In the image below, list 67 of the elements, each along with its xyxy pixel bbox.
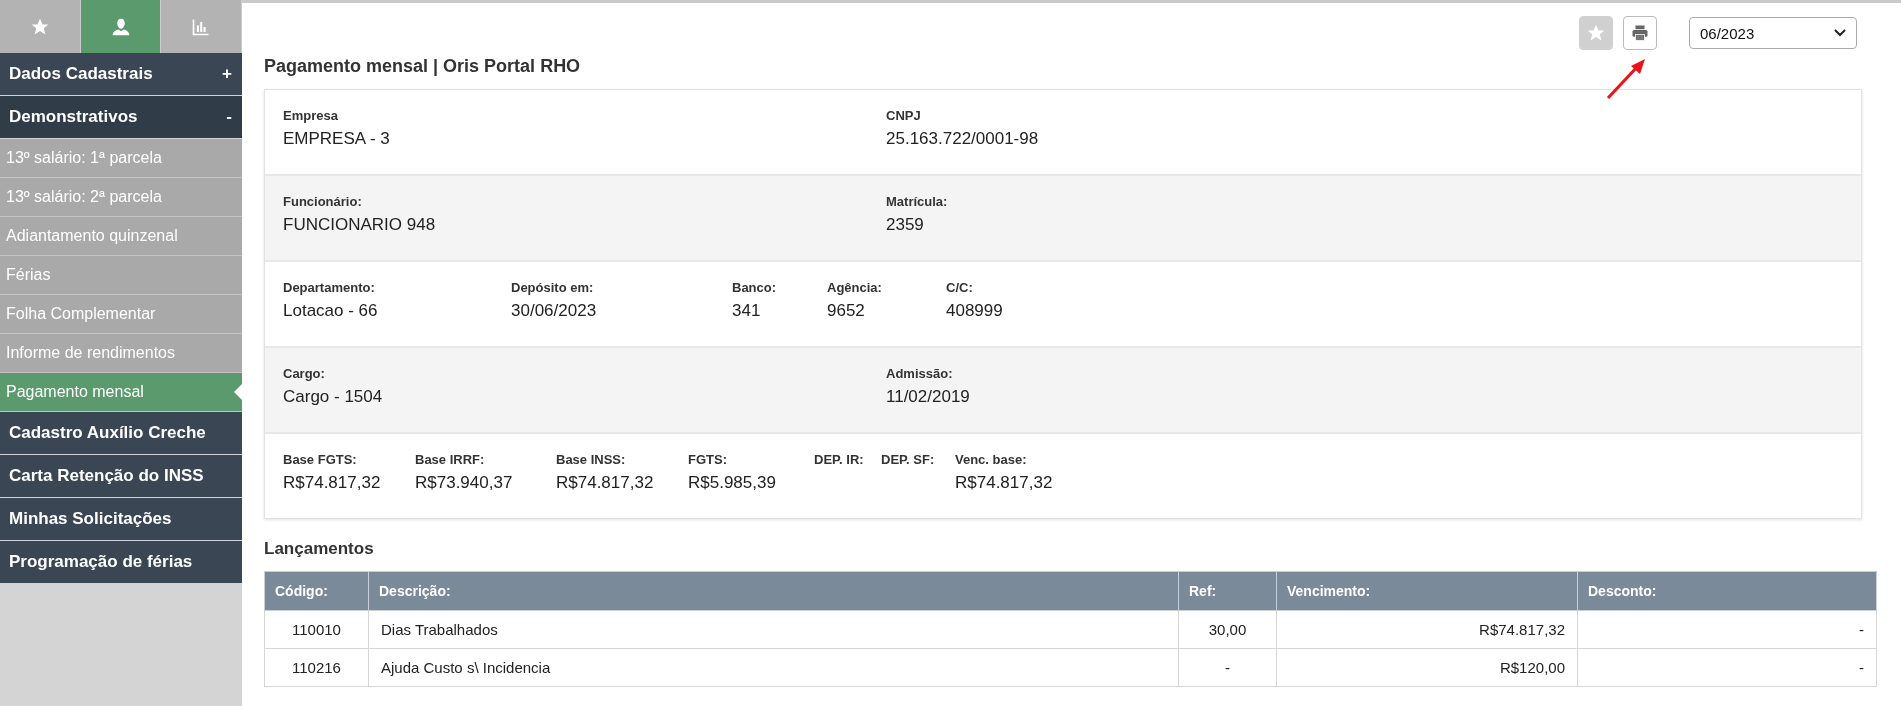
table-cell: -	[1577, 610, 1877, 649]
column-header: Desconto:	[1577, 571, 1877, 611]
menu-section[interactable]: Programação de férias	[0, 541, 242, 584]
field-value: R$74.817,32	[556, 473, 655, 493]
field-value: 9652	[827, 301, 866, 321]
sidebar-tab[interactable]	[80, 0, 162, 53]
field-label: Base INSS:	[556, 452, 627, 467]
field-value: 25.163.722/0001-98	[886, 129, 1040, 149]
menu-section[interactable]: Dados Cadastrais +	[0, 53, 242, 96]
field-value: R$73.940,37	[415, 473, 514, 493]
table-cell: -	[1178, 648, 1277, 687]
field-label: CNPJ	[886, 108, 922, 123]
field-label: DEP. IR:	[814, 452, 865, 467]
column-header: Ref:	[1178, 571, 1277, 611]
field-value: 11/02/2019	[886, 387, 971, 407]
field-label: Funcionário:	[283, 194, 363, 209]
field-label: Admissão:	[886, 366, 954, 381]
table-cell: R$120,00	[1276, 648, 1578, 687]
page-title: Pagamento mensal | Oris Portal RHO	[264, 56, 582, 77]
field-value: R$74.817,32	[955, 473, 1054, 493]
table-cell: 110010	[264, 610, 369, 649]
field-value: R$74.817,32	[283, 473, 382, 493]
menu-section[interactable]: Cadastro Auxílio Creche	[0, 412, 242, 455]
field-value: 341	[732, 301, 762, 321]
menu-section[interactable]: Carta Retenção do INSS	[0, 455, 242, 498]
section-title: Lançamentos	[264, 539, 375, 559]
table-cell: -	[1577, 648, 1877, 687]
column-header: Descrição:	[368, 571, 1179, 611]
period-select[interactable]: 06/2023	[1689, 17, 1857, 49]
menu-section[interactable]: Minhas Solicitações	[0, 498, 242, 541]
sidebar-tab[interactable]	[0, 0, 81, 53]
field-value: R$5.985,39	[688, 473, 777, 493]
field-label: Departamento:	[283, 280, 376, 295]
field-value: FUNCIONARIO 948	[283, 215, 437, 235]
menu-section[interactable]: Demonstrativos -	[0, 96, 242, 139]
table-cell: Dias Trabalhados	[368, 610, 1179, 649]
field-label: Venc. base:	[955, 452, 1028, 467]
field-value: 2359	[886, 215, 925, 235]
column-header: Vencimento:	[1276, 571, 1578, 611]
field-label: Matrícula:	[886, 194, 949, 209]
field-value: 408999	[946, 301, 1004, 321]
field-label: Empresa	[283, 108, 339, 123]
field-label: Base IRRF:	[415, 452, 486, 467]
chevron-down-icon	[1834, 29, 1846, 37]
field-value: Lotacao - 66	[283, 301, 379, 321]
printer-icon	[1631, 24, 1649, 42]
field-label: C/C:	[946, 280, 974, 295]
field-label: Base FGTS:	[283, 452, 358, 467]
field-label: Cargo:	[283, 366, 326, 381]
field-label: Depósito em:	[511, 280, 595, 295]
field-label: Agência:	[827, 280, 883, 295]
table-cell: Ajuda Custo s\ Incidencia	[368, 648, 1179, 687]
star-icon	[1586, 23, 1606, 43]
field-value: EMPRESA - 3	[283, 129, 391, 149]
annotation-arrow	[1605, 57, 1647, 101]
field-label: FGTS:	[688, 452, 728, 467]
table-cell: 30,00	[1178, 610, 1277, 649]
field-value: Cargo - 1504	[283, 387, 384, 407]
user-icon	[110, 16, 131, 37]
field-value: 30/06/2023	[511, 301, 598, 321]
favorite-button[interactable]	[1579, 16, 1613, 50]
field-label: DEP. SF:	[881, 452, 936, 467]
print-button[interactable]	[1623, 16, 1657, 50]
table-cell: 110216	[264, 648, 369, 687]
field-label: Banco:	[732, 280, 778, 295]
table-cell: R$74.817,32	[1276, 610, 1578, 649]
column-header: Código:	[264, 571, 369, 611]
